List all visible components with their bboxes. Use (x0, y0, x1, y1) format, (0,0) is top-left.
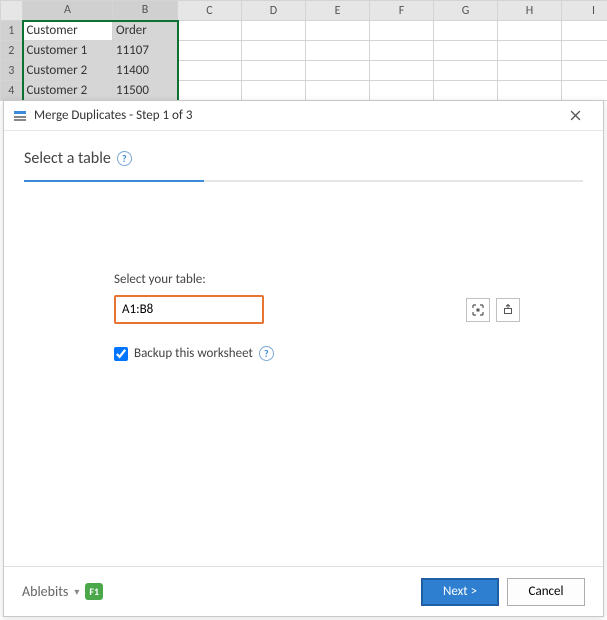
expand-range-button[interactable] (496, 298, 520, 322)
col-header-D[interactable]: D (242, 1, 306, 21)
cell[interactable] (370, 41, 434, 61)
cell-B4[interactable]: 11500 (113, 81, 178, 101)
cell[interactable] (242, 81, 306, 101)
cell[interactable] (306, 41, 370, 61)
cell[interactable] (562, 61, 607, 81)
cell-B1[interactable]: Order (113, 21, 178, 41)
brand-link[interactable]: Ablebits ▾ F1 (22, 583, 413, 600)
cell-A1[interactable]: Customer (23, 21, 113, 41)
row-header-1[interactable]: 1 (1, 21, 23, 41)
row-header-3[interactable]: 3 (1, 61, 23, 81)
f1-help-badge[interactable]: F1 (85, 583, 103, 600)
cell[interactable] (562, 81, 607, 101)
backup-checkbox[interactable] (114, 347, 128, 361)
cell[interactable] (306, 81, 370, 101)
cell[interactable] (562, 21, 607, 41)
backup-label: Backup this worksheet (134, 346, 253, 361)
cell[interactable] (178, 81, 242, 101)
cell[interactable] (370, 61, 434, 81)
col-header-B[interactable]: B (113, 1, 178, 21)
cell[interactable] (434, 41, 498, 61)
cell-A3[interactable]: Customer 2 (23, 61, 113, 81)
cell[interactable] (242, 21, 306, 41)
cell[interactable] (434, 21, 498, 41)
next-button[interactable]: Next > (421, 578, 499, 606)
col-header-H[interactable]: H (498, 1, 562, 21)
cell[interactable] (498, 61, 562, 81)
cell[interactable] (562, 41, 607, 61)
dialog-footer: Ablebits ▾ F1 Next > Cancel (4, 566, 603, 616)
cancel-button[interactable]: Cancel (507, 578, 585, 606)
col-header-G[interactable]: G (434, 1, 498, 21)
dialog-body: Select your table: Backup this wo (4, 182, 603, 566)
dialog-titlebar[interactable]: Merge Duplicates - Step 1 of 3 (4, 101, 603, 131)
range-input-highlight (114, 295, 264, 324)
cell-B2[interactable]: 11107 (113, 41, 178, 61)
merge-duplicates-dialog: Merge Duplicates - Step 1 of 3 Select a … (3, 100, 604, 617)
help-icon[interactable]: ? (117, 151, 132, 166)
cell-A2[interactable]: Customer 1 (23, 41, 113, 61)
col-header-C[interactable]: C (178, 1, 242, 21)
cell-B3[interactable]: 11400 (113, 61, 178, 81)
dialog-heading-row: Select a table ? (4, 131, 603, 180)
dialog-heading: Select a table (24, 149, 111, 168)
col-header-I[interactable]: I (562, 1, 607, 21)
cell[interactable] (178, 61, 242, 81)
cell[interactable] (498, 81, 562, 101)
cell[interactable] (370, 81, 434, 101)
cell[interactable] (178, 41, 242, 61)
cell[interactable] (306, 61, 370, 81)
col-header-E[interactable]: E (306, 1, 370, 21)
chevron-down-icon: ▾ (74, 585, 79, 598)
cell-A4[interactable]: Customer 2 (23, 81, 113, 101)
row-header-2[interactable]: 2 (1, 41, 23, 61)
close-button[interactable] (555, 102, 595, 130)
dialog-title: Merge Duplicates - Step 1 of 3 (34, 108, 555, 123)
col-header-A[interactable]: A (23, 1, 113, 21)
cell[interactable] (434, 61, 498, 81)
cell[interactable] (370, 21, 434, 41)
select-range-button[interactable] (466, 298, 490, 322)
spreadsheet-grid[interactable]: A B C D E F G H I 1 Customer Order 2 Cus… (0, 0, 607, 101)
help-icon[interactable]: ? (259, 346, 274, 361)
field-label: Select your table: (114, 272, 583, 287)
cell[interactable] (242, 61, 306, 81)
select-all-corner[interactable] (1, 1, 23, 21)
cell[interactable] (434, 81, 498, 101)
cell[interactable] (242, 41, 306, 61)
cell[interactable] (498, 21, 562, 41)
range-input[interactable] (116, 299, 262, 320)
col-header-F[interactable]: F (370, 1, 434, 21)
cell[interactable] (306, 21, 370, 41)
brand-label: Ablebits (22, 583, 68, 600)
row-header-4[interactable]: 4 (1, 81, 23, 101)
cell[interactable] (498, 41, 562, 61)
cell[interactable] (178, 21, 242, 41)
app-icon (12, 108, 28, 124)
backup-checkbox-row[interactable]: Backup this worksheet ? (114, 346, 583, 361)
